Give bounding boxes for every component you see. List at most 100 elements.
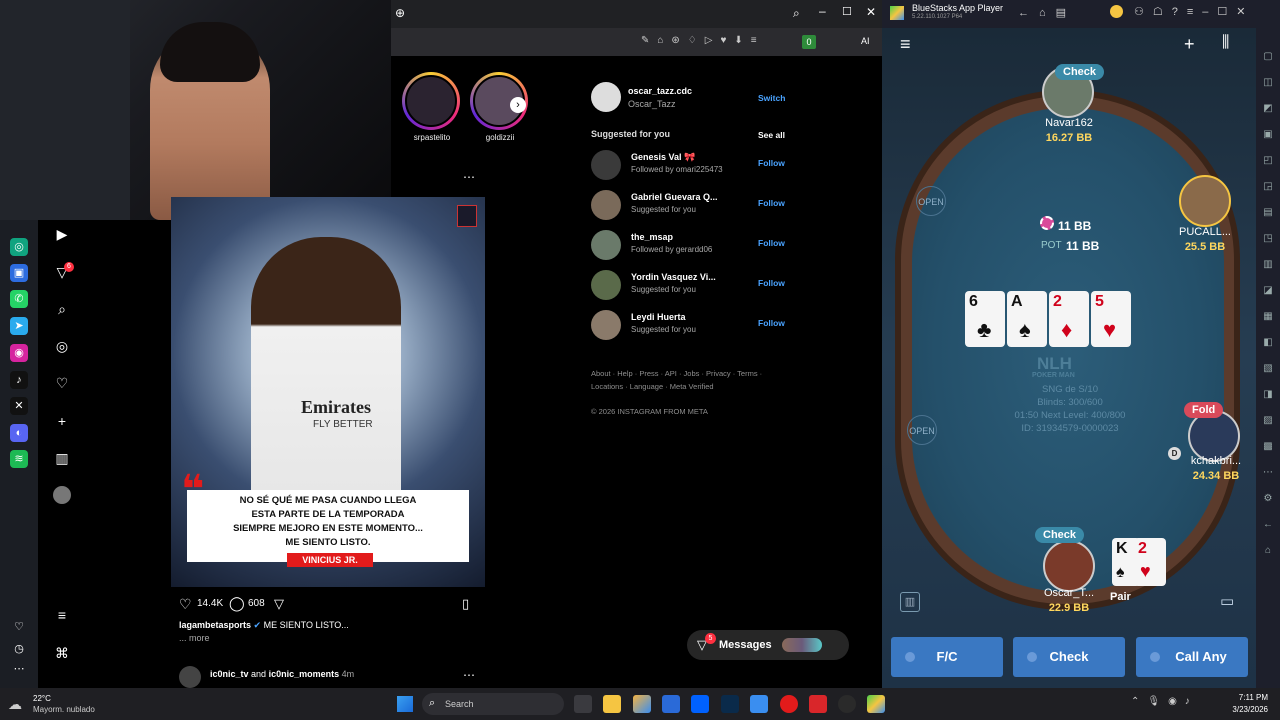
bluestacks-title: BlueStacks App Player	[912, 3, 1004, 13]
ai-button[interactable]: AI	[861, 36, 870, 46]
tiktok-icon[interactable]: ♪	[10, 371, 28, 389]
suggestion-avatar[interactable]	[591, 310, 621, 340]
account-username[interactable]: oscar_tazz.cdc	[628, 86, 692, 96]
suggestion-avatar[interactable]	[591, 150, 621, 180]
close-icon[interactable]: ✕	[866, 5, 876, 19]
explore-icon[interactable]: ◎	[53, 337, 71, 355]
x-icon[interactable]: ✕	[10, 397, 28, 415]
check-button[interactable]: Check	[1013, 637, 1125, 677]
window-controls[interactable]: ⚇☖?≡–☐✕	[1134, 5, 1254, 18]
post-options-icon[interactable]: ⋯	[463, 170, 475, 184]
heart-icon[interactable]: ♡	[10, 618, 28, 636]
see-all-link[interactable]: See all	[758, 130, 785, 140]
discord-icon[interactable]: ◐	[10, 424, 28, 442]
follow-button[interactable]: Follow	[758, 158, 785, 168]
radio-icon	[905, 652, 915, 662]
bluestacks-taskbar-icon[interactable]	[867, 695, 885, 713]
extension-icons[interactable]: ✎⌂⊛♢▷♥⬇≡	[641, 35, 765, 46]
folder-icon[interactable]	[603, 695, 621, 713]
terminal-icon[interactable]	[721, 695, 739, 713]
maximize-icon[interactable]: ☐	[842, 5, 852, 18]
account-avatar[interactable]	[591, 82, 621, 112]
follow-button[interactable]: Follow	[758, 318, 785, 328]
hero-avatar[interactable]	[1043, 540, 1095, 592]
suggestion-sub: Suggested for you	[631, 325, 696, 334]
start-icon[interactable]	[397, 696, 413, 712]
suggestion-avatar[interactable]	[591, 230, 621, 260]
notifications-icon[interactable]: ♡	[53, 374, 71, 392]
follow-button[interactable]: Follow	[758, 238, 785, 248]
wps-icon[interactable]	[809, 695, 827, 713]
search-nav-icon[interactable]: ⌕	[53, 300, 71, 318]
history-icon[interactable]: ◷	[10, 640, 28, 658]
file-explorer-icon[interactable]	[574, 695, 592, 713]
fold-check-button[interactable]: F/C	[891, 637, 1003, 677]
game-menu-icon[interactable]: ≡	[900, 34, 911, 55]
stats-icon[interactable]: ⫼	[1222, 34, 1229, 52]
share-icon[interactable]: ▽	[274, 596, 284, 612]
comment-icon[interactable]: ◯	[229, 595, 245, 612]
whatsapp-icon[interactable]: ✆	[10, 290, 28, 308]
reels-icon[interactable]: ▶	[53, 225, 71, 243]
stories-next-icon[interactable]: ›	[510, 97, 526, 113]
tray-icons[interactable]: ⌃🎙◉♪	[1131, 696, 1198, 707]
next-author-b[interactable]: ic0nic_moments	[269, 669, 340, 679]
instagram-icon[interactable]: ◉	[10, 344, 28, 362]
footer-line-2[interactable]: Locations · Language · Meta Verified	[591, 380, 762, 393]
chatgpt-icon[interactable]: ◎	[10, 238, 28, 256]
threads-icon[interactable]: ⌘	[53, 644, 71, 662]
profile-avatar[interactable]	[53, 486, 71, 504]
search-icon[interactable]: ⌕	[793, 6, 800, 21]
coin-icon[interactable]	[1110, 5, 1123, 18]
open-seat[interactable]: OPEN	[907, 415, 937, 445]
caption-more[interactable]: ... more	[179, 633, 210, 643]
add-table-icon[interactable]: +	[1184, 34, 1195, 55]
player-avatar[interactable]	[1179, 175, 1231, 227]
titlebar-nav-icons[interactable]: ←⌂▤	[1018, 6, 1076, 19]
follow-button[interactable]: Follow	[758, 198, 785, 208]
copilot-icon[interactable]	[633, 695, 651, 713]
extension-badge[interactable]: 0	[802, 35, 816, 49]
next-author-a[interactable]: ic0nic_tv	[210, 669, 249, 679]
save-icon[interactable]: ▯	[462, 596, 469, 612]
like-icon[interactable]: ♡	[179, 596, 192, 613]
footer-line-1[interactable]: About · Help · Press · API · Jobs · Priv…	[591, 367, 762, 380]
switch-link[interactable]: Switch	[758, 93, 785, 103]
story-srpastelito[interactable]: srpastelito	[402, 72, 462, 142]
menu-icon[interactable]: ≡	[53, 606, 71, 624]
weather-temp: 22°C	[33, 694, 51, 703]
opera-icon[interactable]	[780, 695, 798, 713]
taskbar-search[interactable]: ⌕ Search	[422, 693, 564, 715]
messenger-icon[interactable]: ▣	[10, 264, 28, 282]
cards-history-icon[interactable]: ▥	[900, 592, 920, 612]
chat-icon[interactable]: ▭	[1220, 592, 1234, 610]
sidebar-tool-icons[interactable]: ▢ ◫ ◩ ▣ ◰ ◲ ▤ ◳ ▥ ◪ ▦ ◧ ▧ ◨ ▨ ▩ ⋯ ⚙ ← ⌂	[1262, 44, 1274, 564]
more-icon[interactable]: ⋯	[10, 660, 28, 678]
messages-button[interactable]: ▽ 5 Messages	[687, 630, 849, 660]
store-icon[interactable]	[662, 695, 680, 713]
next-post-avatar[interactable]	[179, 666, 201, 688]
new-tab-icon[interactable]: ⊕	[395, 6, 405, 20]
suggestion-name[interactable]: Genesis Val 🎀	[631, 152, 695, 163]
telegram-icon[interactable]: ➤	[10, 317, 28, 335]
app-icon[interactable]	[750, 695, 768, 713]
suggestion-name[interactable]: Yordin Vasquez Vi...	[631, 272, 716, 282]
dashboard-icon[interactable]: ▥	[53, 449, 71, 467]
follow-button[interactable]: Follow	[758, 278, 785, 288]
caption-author[interactable]: lagambetasports	[179, 620, 251, 630]
minimize-icon[interactable]: –	[819, 4, 826, 18]
suggestion-name[interactable]: Gabriel Guevara Q...	[631, 192, 718, 202]
dropbox-icon[interactable]	[691, 695, 709, 713]
call-any-button[interactable]: Call Any	[1136, 637, 1248, 677]
suggestion-name[interactable]: Leydi Huerta	[631, 312, 686, 322]
suggestion-avatar[interactable]	[591, 270, 621, 300]
weather-icon[interactable]: ☁	[8, 696, 22, 713]
suggestion-name[interactable]: the_msap	[631, 232, 673, 242]
spotify-icon[interactable]: ≋	[10, 450, 28, 468]
next-post-options-icon[interactable]: ⋯	[463, 668, 475, 682]
post-image[interactable]: Emirates FLY BETTER ❝ NO SÉ QUÉ ME PASA …	[171, 197, 485, 587]
obs-icon[interactable]	[838, 695, 856, 713]
suggestion-avatar[interactable]	[591, 190, 621, 220]
create-icon[interactable]: +	[53, 412, 71, 430]
open-seat[interactable]: OPEN	[916, 186, 946, 216]
